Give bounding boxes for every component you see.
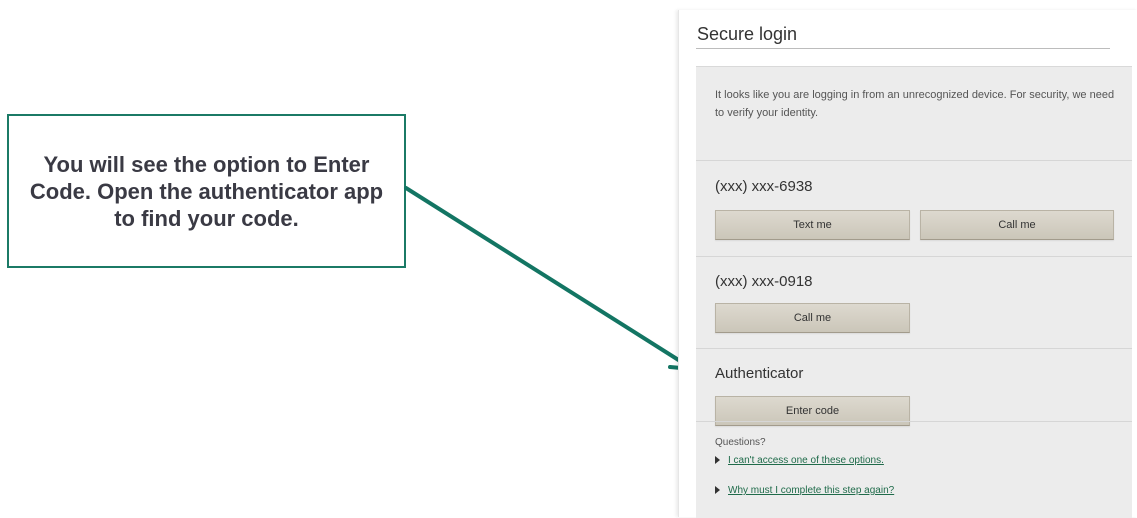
phone-number-2: (xxx) xxx-0918 <box>715 273 813 290</box>
callout-box: You will see the option to Enter Code. O… <box>7 114 406 268</box>
divider <box>696 421 1132 422</box>
expand-triangle-icon[interactable] <box>715 456 720 464</box>
call-me-button-2[interactable]: Call me <box>715 303 910 333</box>
cant-access-link[interactable]: I can't access one of these options. <box>728 455 884 466</box>
secure-login-card: Secure login It looks like you are loggi… <box>678 10 1137 518</box>
faq-item: I can't access one of these options. <box>715 455 884 466</box>
page-title: Secure login <box>697 24 798 44</box>
questions-heading: Questions? <box>715 437 766 448</box>
phone-number-1: (xxx) xxx-6938 <box>715 178 813 195</box>
title-divider <box>696 48 1110 49</box>
callout-text: You will see the option to Enter Code. O… <box>29 151 384 231</box>
text-me-button[interactable]: Text me <box>715 210 910 240</box>
authenticator-label: Authenticator <box>715 365 804 382</box>
verification-panel: It looks like you are logging in from an… <box>696 66 1132 518</box>
call-me-button-1[interactable]: Call me <box>920 210 1114 240</box>
divider <box>696 160 1132 161</box>
faq-item: Why must I complete this step again? <box>715 485 894 496</box>
divider <box>696 256 1132 257</box>
why-again-link[interactable]: Why must I complete this step again? <box>728 485 894 496</box>
intro-text: It looks like you are logging in from an… <box>715 89 1115 119</box>
expand-triangle-icon[interactable] <box>715 486 720 494</box>
divider <box>696 348 1132 349</box>
